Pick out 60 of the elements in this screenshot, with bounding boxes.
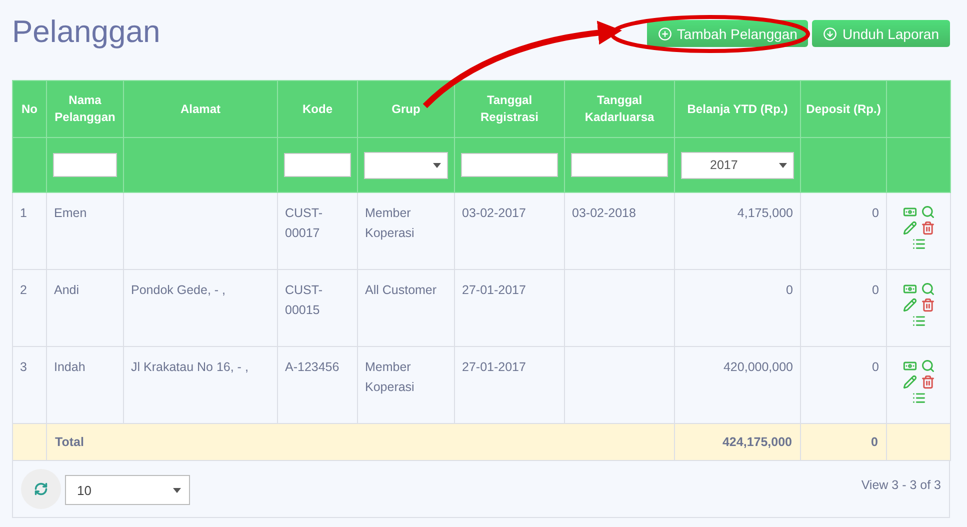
table-cell: 0 <box>800 192 886 270</box>
filter-field[interactable] <box>571 153 668 177</box>
money-icon[interactable] <box>902 282 916 296</box>
plus-icon <box>658 26 672 40</box>
column-header: Deposit (Rp.) <box>800 80 886 138</box>
trash-icon[interactable] <box>920 221 934 235</box>
column-header: Kode <box>278 80 358 138</box>
column-header: No <box>12 80 46 138</box>
table-cell: Pondok Gede, - , <box>124 270 278 346</box>
caret-icon <box>433 162 441 168</box>
column-header: Tanggal Registrasi <box>454 80 564 138</box>
table-cell: 3 <box>12 346 46 424</box>
table-cell: 03-02-2018 <box>564 192 674 270</box>
table-cell: 0 <box>800 270 886 346</box>
table-cell: All Customer <box>358 270 454 346</box>
table-cell: 2 <box>12 270 46 346</box>
money-icon[interactable] <box>902 359 916 373</box>
column-header: Nama Pelanggan <box>46 80 124 138</box>
table-cell: CUST-00017 <box>278 192 358 270</box>
caret-icon <box>173 488 181 492</box>
table-cell: 4,175,000 <box>674 192 800 270</box>
table-cell: 27-01-2017 <box>454 270 564 346</box>
table-cell: Emen <box>46 192 124 270</box>
total-cell: 0 <box>800 424 886 460</box>
money-icon[interactable] <box>902 205 916 219</box>
column-header: Grup <box>358 80 454 138</box>
trash-icon[interactable] <box>920 375 934 389</box>
table-cell: 0 <box>674 270 800 346</box>
table-cell: CUST-00015 <box>278 270 358 346</box>
pencil-icon[interactable] <box>902 221 916 235</box>
column-header: Tanggal Kadarluarsa <box>564 80 674 138</box>
filter-field[interactable] <box>461 153 558 177</box>
search-icon[interactable] <box>920 359 934 373</box>
refresh-icon <box>34 482 48 496</box>
page-title: Pelanggan <box>12 14 160 50</box>
search-icon[interactable] <box>920 205 934 219</box>
filter-select[interactable] <box>364 152 448 178</box>
filter-select[interactable]: 2017 <box>681 152 794 178</box>
table-cell: Member Koperasi <box>358 192 454 270</box>
list-icon[interactable] <box>912 314 926 328</box>
table-cell: 1 <box>12 192 46 270</box>
pencil-icon[interactable] <box>902 298 916 312</box>
page-size-select[interactable]: 10 <box>65 475 190 505</box>
filter-field[interactable] <box>284 153 351 177</box>
caret-icon <box>779 162 787 168</box>
total-cell: 424,175,000 <box>674 424 800 460</box>
filter-field[interactable] <box>53 153 117 177</box>
trash-icon[interactable] <box>920 298 934 312</box>
column-header: Belanja YTD (Rp.) <box>674 80 800 138</box>
column-header: Alamat <box>124 80 278 138</box>
pagination-info: View 3 - 3 of 3 <box>861 478 941 492</box>
table-cell: Andi <box>46 270 124 346</box>
list-icon[interactable] <box>912 237 926 251</box>
total-label: Total <box>46 424 674 460</box>
search-icon[interactable] <box>920 282 934 296</box>
list-icon[interactable] <box>912 391 926 405</box>
download-icon <box>823 26 838 40</box>
table-cell: 03-02-2017 <box>454 192 564 270</box>
pencil-icon[interactable] <box>902 375 916 389</box>
refresh-button[interactable] <box>21 469 61 509</box>
